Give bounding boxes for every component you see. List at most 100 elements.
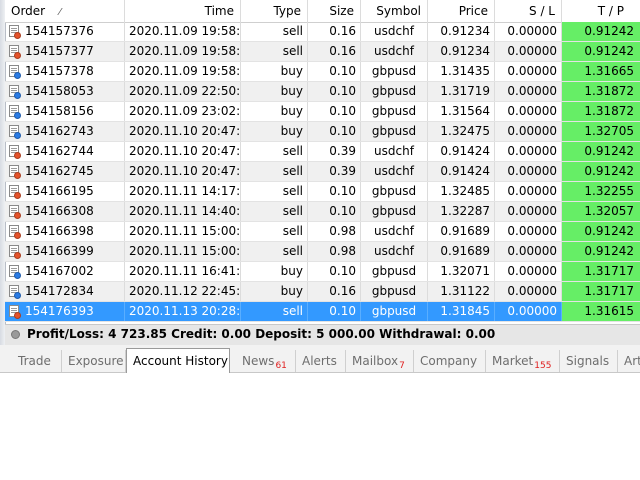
column-header-symbol[interactable]: Symbol	[361, 0, 428, 22]
table-row[interactable]: 154166398 2020.11.11 15:00:00sell0.98usdc…	[5, 222, 640, 242]
sell-order-icon	[9, 185, 21, 199]
order-number: 154157378	[25, 64, 94, 78]
column-header-sl[interactable]: S / L	[495, 0, 562, 22]
order-number: 154166195	[25, 184, 94, 198]
cell-sl: 0.00000	[495, 82, 562, 101]
table-row[interactable]: 154162745 2020.11.10 20:47:57sell0.39usdc…	[5, 162, 640, 182]
tab-label: Alerts	[302, 354, 337, 368]
tab-label: Mailbox	[352, 354, 399, 368]
cell-time: 2020.11.11 15:00:00	[125, 222, 241, 241]
cell-sl: 0.00000	[495, 122, 562, 141]
cell-sl: 0.00000	[495, 242, 562, 261]
sell-order-icon	[9, 205, 21, 219]
cell-time: 2020.11.11 14:40:03	[125, 202, 241, 221]
cell-size: 0.39	[308, 162, 361, 181]
cell-symbol: gbpusd	[361, 102, 428, 121]
column-header-price-label: Price	[458, 4, 488, 18]
cell-order: 154172834	[5, 282, 125, 301]
cell-symbol: usdchf	[361, 242, 428, 261]
tab-account-history[interactable]: Account History	[126, 348, 230, 373]
cell-tp: 0.91242	[562, 22, 640, 41]
tab-market[interactable]: Market155	[486, 350, 560, 372]
column-header-order[interactable]: Order ⁄	[5, 0, 125, 22]
table-row[interactable]: 154162744 2020.11.10 20:47:57sell0.39usdc…	[5, 142, 640, 162]
cell-order: 154162743	[5, 122, 125, 141]
table-row[interactable]: 154162743 2020.11.10 20:47:54buy0.10gbpus…	[5, 122, 640, 142]
sell-order-icon	[9, 245, 21, 259]
sell-order-icon	[9, 165, 21, 179]
cell-size: 0.39	[308, 142, 361, 161]
cell-order: 154166195	[5, 182, 125, 201]
cell-size: 0.16	[308, 282, 361, 301]
tab-exposure[interactable]: Exposure	[62, 350, 126, 372]
summary-status-icon	[11, 330, 20, 339]
column-header-time[interactable]: Time	[125, 0, 241, 22]
tab-alerts[interactable]: Alerts	[296, 350, 346, 372]
cell-type: buy	[241, 122, 308, 141]
tab-label: News	[242, 354, 275, 368]
table-row[interactable]: 154166195 2020.11.11 14:17:00sell0.10gbpu…	[5, 182, 640, 202]
tab-signals[interactable]: Signals	[560, 350, 618, 372]
cell-time: 2020.11.13 20:28:48	[125, 302, 241, 321]
tab-art[interactable]: Art	[618, 350, 640, 372]
table-row[interactable]: 154166308 2020.11.11 14:40:03sell0.10gbpu…	[5, 202, 640, 222]
cell-order: 154166399	[5, 242, 125, 261]
cell-type: sell	[241, 302, 308, 321]
cell-price: 0.91424	[428, 162, 495, 181]
column-header-tp[interactable]: T / P	[562, 0, 630, 22]
tab-trade[interactable]: Trade	[12, 350, 62, 372]
cell-type: sell	[241, 242, 308, 261]
sell-order-icon	[9, 145, 21, 159]
cell-order: 154157376	[5, 22, 125, 41]
cell-symbol: gbpusd	[361, 122, 428, 141]
table-row[interactable]: 154157377 2020.11.09 19:58:46sell0.16usdc…	[5, 42, 640, 62]
cell-sl: 0.00000	[495, 102, 562, 121]
cell-size: 0.10	[308, 82, 361, 101]
tab-label: Exposure	[68, 354, 124, 368]
cell-type: buy	[241, 262, 308, 281]
cell-size: 0.10	[308, 102, 361, 121]
sell-order-icon	[9, 25, 21, 39]
cell-sl: 0.00000	[495, 282, 562, 301]
buy-order-icon	[9, 265, 21, 279]
cell-price: 1.32071	[428, 262, 495, 281]
cell-time: 2020.11.10 20:47:57	[125, 142, 241, 161]
cell-symbol: usdchf	[361, 162, 428, 181]
table-row[interactable]: 154157376 2020.11.09 19:58:46sell0.16usdc…	[5, 22, 640, 42]
cell-size: 0.10	[308, 62, 361, 81]
cell-sl: 0.00000	[495, 302, 562, 321]
cell-size: 0.10	[308, 202, 361, 221]
cell-symbol: gbpusd	[361, 282, 428, 301]
cell-type: sell	[241, 42, 308, 61]
tab-label: Trade	[18, 354, 51, 368]
table-row[interactable]: 154166399 2020.11.11 15:00:00sell0.98usdc…	[5, 242, 640, 262]
table-row[interactable]: 154167002 2020.11.11 16:41:03buy0.10gbpus…	[5, 262, 640, 282]
table-header: Order ⁄ Time Type Size Symbol Price S / L…	[5, 0, 640, 23]
tab-company[interactable]: Company	[414, 350, 486, 372]
cell-tp: 1.31872	[562, 102, 640, 121]
table-row[interactable]: 154157378 2020.11.09 19:58:46buy0.10gbpus…	[5, 62, 640, 82]
column-header-type[interactable]: Type	[241, 0, 308, 22]
summary-bar: Profit/Loss: 4 723.85 Credit: 0.00 Depos…	[5, 324, 640, 346]
order-number: 154162745	[25, 164, 94, 178]
order-number: 154176393	[25, 304, 94, 318]
table-row[interactable]: 154176393 2020.11.13 20:28:48sell0.10gbpu…	[5, 302, 640, 322]
cell-tp: 0.91242	[562, 162, 640, 181]
column-header-type-label: Type	[273, 4, 301, 18]
tab-mailbox[interactable]: Mailbox7	[346, 350, 414, 372]
tab-news[interactable]: News61	[236, 350, 296, 372]
table-row[interactable]: 154158156 2020.11.09 23:02:00buy0.10gbpus…	[5, 102, 640, 122]
order-number: 154157376	[25, 24, 94, 38]
cell-time: 2020.11.10 20:47:54	[125, 122, 241, 141]
table-row[interactable]: 154172834 2020.11.12 22:45:00buy0.16gbpus…	[5, 282, 640, 302]
column-header-size[interactable]: Size	[308, 0, 361, 22]
cell-symbol: gbpusd	[361, 262, 428, 281]
cell-type: sell	[241, 142, 308, 161]
table-row[interactable]: 154158053 2020.11.09 22:50:00buy0.10gbpus…	[5, 82, 640, 102]
cell-tp: 1.32057	[562, 202, 640, 221]
cell-tp: 1.31872	[562, 82, 640, 101]
column-header-price[interactable]: Price	[428, 0, 495, 22]
cell-size: 0.16	[308, 42, 361, 61]
cell-time: 2020.11.12 22:45:00	[125, 282, 241, 301]
cell-tp: 1.31665	[562, 62, 640, 81]
